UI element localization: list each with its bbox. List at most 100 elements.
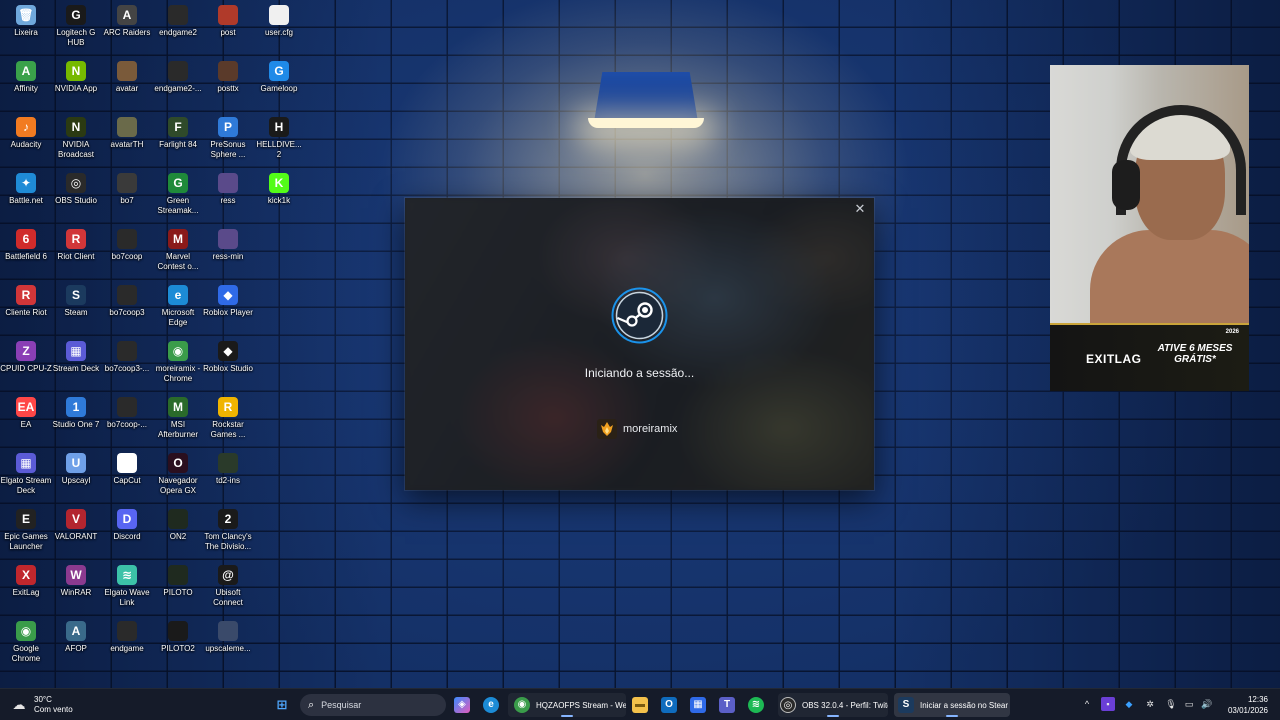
desktop-icon[interactable]: ◆ Roblox Studio xyxy=(202,341,254,374)
video-file-icon xyxy=(117,229,137,249)
desktop-icon[interactable]: R Cliente Riot xyxy=(0,285,52,318)
division-icon: 2 xyxy=(218,509,238,529)
desktop-icon[interactable]: U Upscayl xyxy=(50,453,102,486)
desktop-icon[interactable]: ♪ Audacity xyxy=(0,117,52,150)
desktop-icon[interactable]: bo7coop3-... xyxy=(101,341,153,374)
taskbar-chrome-window[interactable]: ◉ HQZAOFPS Stream - We xyxy=(508,693,626,717)
capcut-icon: ✂ xyxy=(117,453,137,473)
desktop-icon[interactable]: bo7coop xyxy=(101,229,153,262)
desktop-icon[interactable]: 2 Tom Clancy's The Divisio... xyxy=(202,509,254,552)
desktop-icon[interactable]: @ Ubisoft Connect xyxy=(202,565,254,608)
desktop-icon[interactable]: ✂ CapCut xyxy=(101,453,153,486)
account-chip[interactable]: moreiramix xyxy=(597,418,677,440)
microphone-icon[interactable]: 🎙 xyxy=(1164,697,1178,711)
username-label: moreiramix xyxy=(623,423,678,435)
taskbar-copilot[interactable]: ◈ xyxy=(454,693,470,717)
desktop-icon[interactable]: PILOTO xyxy=(152,565,204,598)
desktop-icon[interactable]: ◉ Google Chrome xyxy=(0,621,52,664)
desktop-icon[interactable]: W WinRAR xyxy=(50,565,102,598)
desktop-icon[interactable]: upscaleme... xyxy=(202,621,254,654)
desktop-icon[interactable]: td2-ins xyxy=(202,453,254,486)
taskbar-store[interactable]: ▦ xyxy=(690,693,706,717)
marvel-contest-icon: M xyxy=(168,229,188,249)
desktop-icon[interactable]: EA EA xyxy=(0,397,52,430)
desktop-icon[interactable]: 1 Studio One 7 xyxy=(50,397,102,430)
desktop-icon[interactable]: N NVIDIA App xyxy=(50,61,102,94)
shield-icon[interactable]: ◆ xyxy=(1122,697,1136,711)
desktop-icon[interactable]: bo7coop-... xyxy=(101,397,153,430)
desktop-icon[interactable]: endgame xyxy=(101,621,153,654)
taskbar-edge[interactable]: e xyxy=(483,693,499,717)
valorant-icon: V xyxy=(66,509,86,529)
desktop-icon[interactable]: V VALORANT xyxy=(50,509,102,542)
desktop-icon[interactable]: A ARC Raiders xyxy=(101,5,153,38)
system-clock[interactable]: 12:36 03/01/2026 xyxy=(1228,694,1268,716)
desktop-icon[interactable]: G Green Streamak... xyxy=(152,173,204,216)
desktop-icon[interactable]: ◆ Roblox Player xyxy=(202,285,254,318)
desktop-icon[interactable]: G Gameloop xyxy=(253,61,305,94)
taskbar-steam-window[interactable]: S Iniciar a sessão no Stear xyxy=(894,693,1010,717)
desktop-icon[interactable]: Z CPUID CPU-Z xyxy=(0,341,52,374)
desktop-icon[interactable]: R Rockstar Games ... xyxy=(202,397,254,440)
edge-icon: e xyxy=(168,285,188,305)
start-button[interactable]: ⊞ xyxy=(274,693,290,717)
desktop-icon[interactable]: N NVIDIA Broadcast xyxy=(50,117,102,160)
desktop-icon[interactable]: X ExitLag xyxy=(0,565,52,598)
desktop-icon[interactable]: bo7coop3 xyxy=(101,285,153,318)
taskbar-obs-window[interactable]: ◎ OBS 32.0.4 - Perfil: Twitc xyxy=(778,693,888,717)
taskbar-teams[interactable]: T xyxy=(719,693,735,717)
desktop-icon[interactable]: PILOTO2 xyxy=(152,621,204,654)
riot-client-icon: R xyxy=(16,285,36,305)
taskbar-spotify[interactable]: ≋ xyxy=(748,693,764,717)
desktop-icon[interactable]: ress xyxy=(202,173,254,206)
taskbar-file-explorer[interactable]: ▬ xyxy=(632,693,648,717)
desktop-icon[interactable]: H HELLDIVE... 2 xyxy=(253,117,305,160)
desktop-icon[interactable]: ▦ Elgato Stream Deck xyxy=(0,453,52,496)
chevron-up-icon[interactable]: ^ xyxy=(1080,697,1094,711)
desktop-icon[interactable]: user.cfg xyxy=(253,5,305,38)
desktop-icon[interactable]: ✦ Battle.net xyxy=(0,173,52,206)
desktop-icon[interactable]: 🗑 Lixeira xyxy=(0,5,52,38)
desktop-icon[interactable]: ≋ Elgato Wave Link xyxy=(101,565,153,608)
desktop-icon[interactable]: A AFOP xyxy=(50,621,102,654)
desktop-icon[interactable]: F Farlight 84 xyxy=(152,117,204,150)
desktop-icon-label: Cliente Riot xyxy=(5,308,47,317)
desktop-icon[interactable]: ON2 xyxy=(152,509,204,542)
store-icon: ▦ xyxy=(690,697,706,713)
desktop-icon[interactable]: M Marvel Contest o... xyxy=(152,229,204,272)
desktop-icon[interactable]: O Navegador Opera GX xyxy=(152,453,204,496)
desktop-icon[interactable]: avatar xyxy=(101,61,153,94)
desktop-icon[interactable]: ▦ Stream Deck xyxy=(50,341,102,374)
network-icon[interactable]: ▭ xyxy=(1182,697,1196,711)
taskbar-outlook[interactable]: O xyxy=(661,693,677,717)
desktop-icon[interactable]: M MSI Afterburner xyxy=(152,397,204,440)
ad-text: ATIVE 6 MESES GRÁTIS* xyxy=(1157,343,1233,365)
desktop-icon[interactable]: D Discord xyxy=(101,509,153,542)
tray-app-icon[interactable]: ▪ xyxy=(1101,697,1115,711)
settings-icon[interactable]: ✲ xyxy=(1143,697,1157,711)
desktop-icon[interactable]: Kkick1k xyxy=(253,173,305,206)
desktop-icon[interactable]: ◉ moreiramix - Chrome xyxy=(152,341,204,384)
desktop-icon[interactable]: e Microsoft Edge xyxy=(152,285,204,328)
desktop-icon[interactable]: avatarTH xyxy=(101,117,153,150)
desktop-icon[interactable]: E Epic Games Launcher xyxy=(0,509,52,552)
desktop-icon[interactable]: G Logitech G HUB xyxy=(50,5,102,48)
desktop-icon[interactable]: 6 Battlefield 6 xyxy=(0,229,52,262)
desktop-icon[interactable]: bo7 xyxy=(101,173,153,206)
weather-widget[interactable]: ☁ 30°C Com vento xyxy=(10,693,73,717)
volume-icon[interactable]: 🔊 xyxy=(1200,697,1214,711)
desktop-icon[interactable]: ◎ OBS Studio xyxy=(50,173,102,206)
chrome-profile-icon: ◉ xyxy=(168,341,188,361)
desktop-icon[interactable]: endgame2 xyxy=(152,5,204,38)
desktop-icon[interactable]: R Riot Client xyxy=(50,229,102,262)
desktop-icon[interactable]: post xyxy=(202,5,254,38)
desktop-icon[interactable]: A Affinity xyxy=(0,61,52,94)
taskbar-search[interactable]: ⌕ Pesquisar xyxy=(300,694,446,716)
desktop-icon[interactable]: endgame2-... xyxy=(152,61,204,94)
desktop-icon[interactable]: posttx xyxy=(202,61,254,94)
taskbar-app-label: HQZAOFPS Stream - We xyxy=(536,700,626,710)
close-button[interactable]: ✕ xyxy=(852,201,868,217)
desktop-icon[interactable]: P PreSonus Sphere ... xyxy=(202,117,254,160)
desktop-icon[interactable]: S Steam xyxy=(50,285,102,318)
desktop-icon[interactable]: ress-min xyxy=(202,229,254,262)
